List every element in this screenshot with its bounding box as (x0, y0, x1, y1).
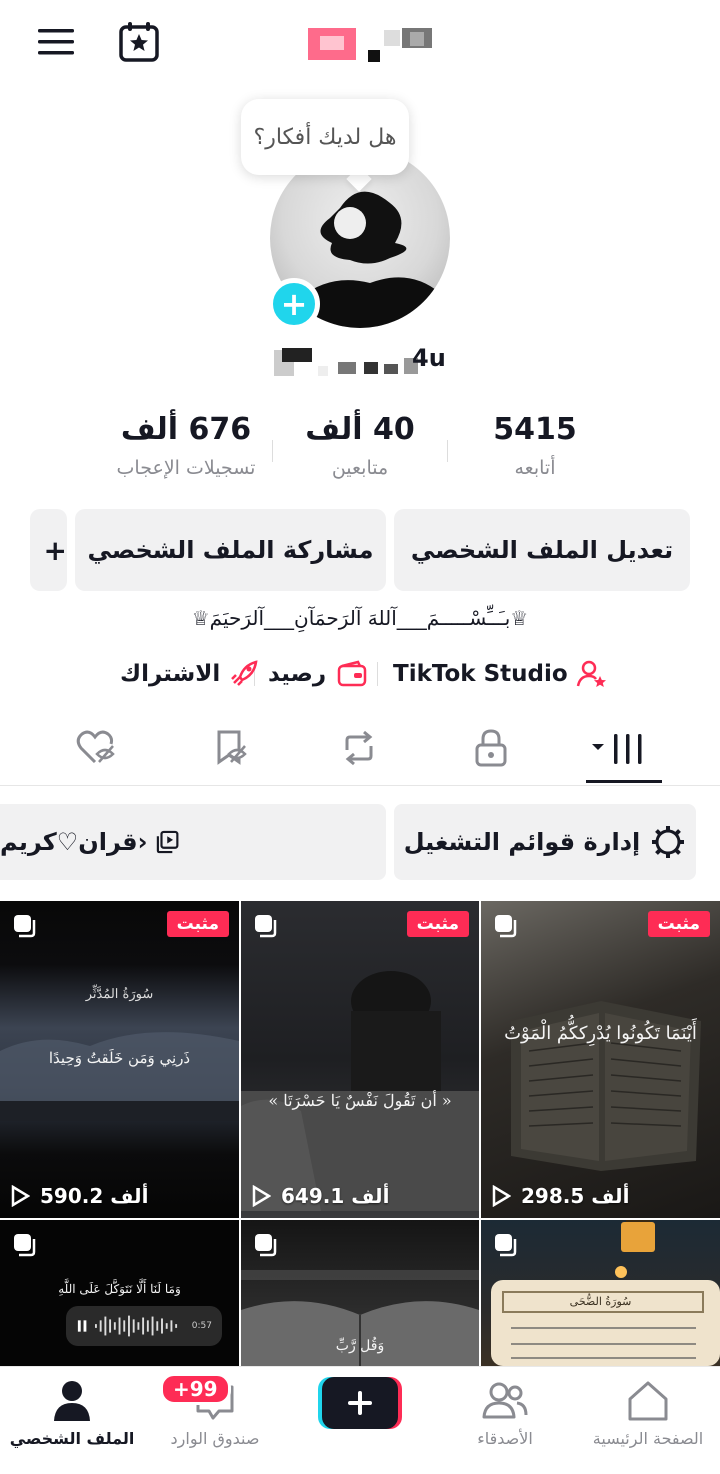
followers-count: 40 ألف (305, 412, 415, 447)
playlist-quran-label: قران♡كريم› (0, 828, 148, 856)
profile-icon (54, 1381, 90, 1421)
tab-liked[interactable] (67, 722, 127, 774)
playlist-icon (157, 830, 179, 854)
balance-link[interactable]: رصيد (268, 654, 368, 694)
bookmark-hidden-icon (217, 730, 247, 765)
video-tile[interactable]: « أن تَقُولَ نَفْسٌ يَا حَسْرَتَا » مثبت… (241, 901, 479, 1218)
rocket-icon (231, 660, 258, 686)
tiktok-studio-link[interactable]: TikTok Studio (393, 654, 608, 694)
nav-friends-label: الأصدقاء (477, 1429, 533, 1448)
tab-videos[interactable] (590, 722, 650, 774)
nav-inbox-label: صندوق الوارد (170, 1429, 260, 1448)
likes-count: 676 ألف (120, 412, 252, 447)
video-caption: وَقُل رَّبِّ (335, 1338, 385, 1354)
video-caption: أَيْنَمَا تَكُونُوا يُدْرِككُّمُ الْمَوْ… (504, 1023, 697, 1044)
video-tile[interactable]: وَمَا لَنَا أَلَّا نَتَوَكَّلَ عَلَى الل… (0, 1220, 239, 1366)
video-tile[interactable]: سُورَةُ الضُّحَى (481, 1220, 720, 1366)
wallet-icon (337, 660, 367, 687)
multi-clip-icon (14, 1234, 36, 1257)
manage-playlists-label: إدارة قوائم التشغيل (403, 828, 641, 856)
play-icon (252, 1185, 271, 1207)
nav-profile[interactable]: الملف الشخصي (9, 1367, 135, 1474)
menu-icon[interactable] (36, 26, 76, 58)
calendar-star-icon[interactable] (117, 20, 161, 64)
grid-dropdown-icon (592, 734, 642, 764)
edit-profile-button[interactable]: تعديل الملف الشخصي (394, 509, 690, 591)
balance-label: رصيد (268, 661, 327, 687)
dark-figure-image (241, 971, 479, 1211)
video-views: 590.2 ألف (10, 1184, 148, 1208)
create-button[interactable] (318, 1377, 402, 1429)
nav-profile-label: الملف الشخصي (9, 1429, 135, 1448)
voice-duration: 0:57 (191, 1321, 212, 1331)
playlist-quran[interactable]: قران♡كريم› (0, 804, 386, 880)
heart-hidden-icon (76, 730, 115, 764)
video-views: 649.1 ألف (251, 1184, 389, 1208)
add-friend-icon: + (43, 533, 67, 567)
bottom-nav: الصفحة الرئيسية الأصدقاء صندوق الوارد +9… (0, 1366, 720, 1474)
home-icon (628, 1381, 668, 1421)
nav-home[interactable]: الصفحة الرئيسية (588, 1367, 708, 1474)
video-tile[interactable]: وَقُل رَّبِّ (241, 1220, 479, 1366)
gear-icon (652, 826, 685, 858)
multi-clip-icon (255, 915, 277, 938)
add-friend-button[interactable]: + (30, 509, 67, 591)
pinned-badge: مثبت (647, 911, 710, 937)
video-tile[interactable]: أَيْنَمَا تَكُونُوا يُدْرِككُّمُ الْمَوْ… (481, 901, 720, 1218)
play-icon (492, 1185, 511, 1207)
video-caption: وَمَا لَنَا أَلَّا نَتَوَكَّلَ عَلَى الل… (58, 1282, 181, 1296)
nav-home-label: الصفحة الرئيسية (592, 1429, 704, 1448)
following-label: أتابعه (514, 457, 556, 479)
username-logo-blurred (308, 28, 432, 62)
likes-stat[interactable]: 676 ألف تسجيلات الإعجاب (96, 412, 276, 479)
tab-favorites[interactable] (201, 722, 261, 774)
pinned-badge: مثبت (406, 911, 469, 937)
video-caption: ذَرنِي وَمَن خَلَقتُ وَحِيدًا (48, 1049, 191, 1067)
username: 4u (412, 344, 446, 372)
link-divider (377, 662, 378, 686)
profile-bio: ♕بـَــِّسْـــــمَ___آللهَ آلرَحمَآنِ___آ… (191, 606, 529, 630)
tab-reposts[interactable] (329, 722, 389, 774)
add-avatar-button[interactable]: + (268, 278, 320, 330)
waveform-icon (95, 1315, 178, 1337)
video-caption: سُورَةُ الضُّحَى (569, 1295, 632, 1308)
pause-icon (77, 1320, 87, 1332)
tabs-divider (0, 785, 720, 786)
tiktok-studio-label: TikTok Studio (393, 661, 568, 687)
voice-note[interactable]: 0:57 (66, 1306, 222, 1346)
subscription-label: الاشتراك (120, 661, 221, 687)
friends-icon (482, 1382, 528, 1419)
quran-book-image (511, 1001, 701, 1171)
video-tile[interactable]: سُورَةُ المُدَّثِّر ذَرنِي وَمَن خَلَقتُ… (0, 901, 239, 1218)
followers-stat[interactable]: 40 ألف متابعين (285, 412, 435, 479)
subscription-link[interactable]: الاشتراك (120, 654, 260, 694)
tab-private[interactable] (461, 722, 521, 774)
multi-clip-icon (495, 1234, 517, 1257)
following-stat[interactable]: 5415 أتابعه (460, 412, 610, 479)
followers-label: متابعين (331, 457, 389, 479)
surah-title: سُورَةُ المُدَّثِّر (85, 987, 154, 1002)
manage-playlists-button[interactable]: إدارة قوائم التشغيل (394, 804, 696, 880)
username-blurred (274, 348, 418, 376)
user-star-icon (576, 660, 606, 687)
inbox-badge: +99 (160, 1373, 231, 1405)
video-views: 298.5 ألف (491, 1184, 629, 1208)
ideas-tooltip[interactable]: هل لديك أفكار؟ (241, 99, 409, 175)
repost-icon (345, 730, 373, 766)
multi-clip-icon (495, 915, 517, 938)
following-count: 5415 (493, 412, 577, 447)
play-icon (11, 1185, 30, 1207)
lock-icon (475, 729, 507, 767)
share-profile-button[interactable]: مشاركة الملف الشخصي (75, 509, 386, 591)
video-caption: « أن تَقُولَ نَفْسٌ يَا حَسْرَتَا » (268, 1091, 452, 1110)
multi-clip-icon (255, 1234, 277, 1257)
nav-friends[interactable]: الأصدقاء (460, 1367, 550, 1474)
likes-label: تسجيلات الإعجاب (116, 457, 256, 479)
active-tab-indicator (586, 780, 662, 783)
stat-divider (447, 440, 448, 462)
pinned-badge: مثبت (166, 911, 229, 937)
multi-clip-icon (14, 915, 36, 938)
